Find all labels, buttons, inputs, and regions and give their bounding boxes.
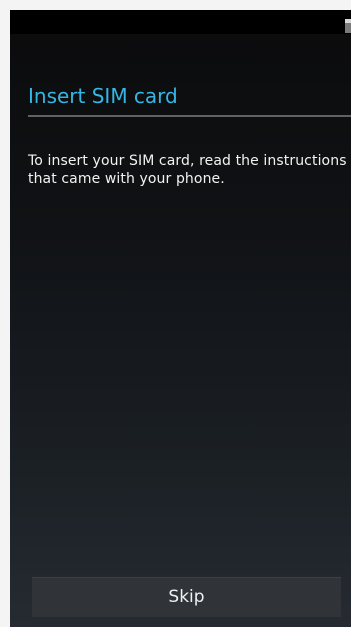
setup-screen: Insert SIM card To insert your SIM card,… <box>10 10 351 627</box>
sim-instructions: To insert your SIM card, read the instru… <box>28 153 347 187</box>
status-bar <box>10 10 351 34</box>
battery-icon <box>345 19 351 33</box>
title-divider <box>28 115 351 117</box>
page-title: Insert SIM card <box>28 84 178 108</box>
skip-button[interactable]: Skip <box>32 577 341 617</box>
